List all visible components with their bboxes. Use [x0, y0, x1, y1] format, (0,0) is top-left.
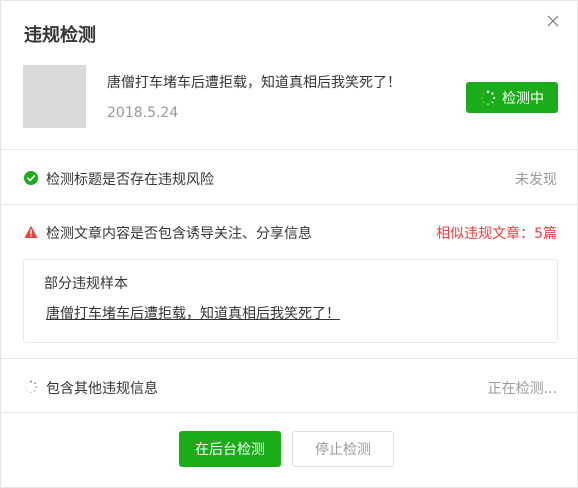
similar-violations-count[interactable]: 相似违规文章：5篇: [436, 223, 557, 243]
close-icon[interactable]: [545, 13, 561, 29]
warning-icon: [24, 225, 38, 238]
dialog-title: 违规检测: [24, 25, 96, 46]
divider: [1, 204, 577, 205]
detecting-status-button: 检测中: [466, 82, 558, 113]
divider: [1, 358, 577, 359]
check-other-status: 正在检测...: [487, 381, 557, 397]
violation-sample-box: 部分违规样本 唐僧打车堵车后遭拒载，知道真相后我笑死了！: [23, 259, 558, 343]
stop-check-button[interactable]: 停止检测: [292, 431, 394, 467]
check-circle-icon: [24, 171, 38, 185]
article-title: 唐僧打车堵车后遭拒载，知道真相后我笑死了！: [107, 75, 401, 91]
background-check-button[interactable]: 在后台检测: [179, 431, 281, 467]
article-date: 2018.5.24: [107, 105, 179, 121]
divider: [1, 412, 577, 413]
sample-article-link[interactable]: 唐僧打车堵车后遭拒载，知道真相后我笑死了！: [46, 303, 340, 323]
check-content-label: 检测文章内容是否包含诱导关注、分享信息: [46, 226, 312, 242]
sample-title: 部分违规样本: [44, 276, 128, 292]
divider: [1, 149, 577, 150]
check-other-label: 包含其他违规信息: [46, 381, 158, 397]
violation-check-dialog: 违规检测 唐僧打车堵车后遭拒载，知道真相后我笑死了！ 2018.5.24 检测中…: [0, 0, 578, 488]
check-title-status: 未发现: [515, 172, 557, 188]
check-title-label: 检测标题是否存在违规风险: [46, 172, 214, 188]
spinner-icon: [24, 380, 38, 394]
article-thumbnail: [23, 65, 86, 128]
spinner-icon: [481, 90, 496, 105]
detecting-status-label: 检测中: [502, 90, 544, 107]
